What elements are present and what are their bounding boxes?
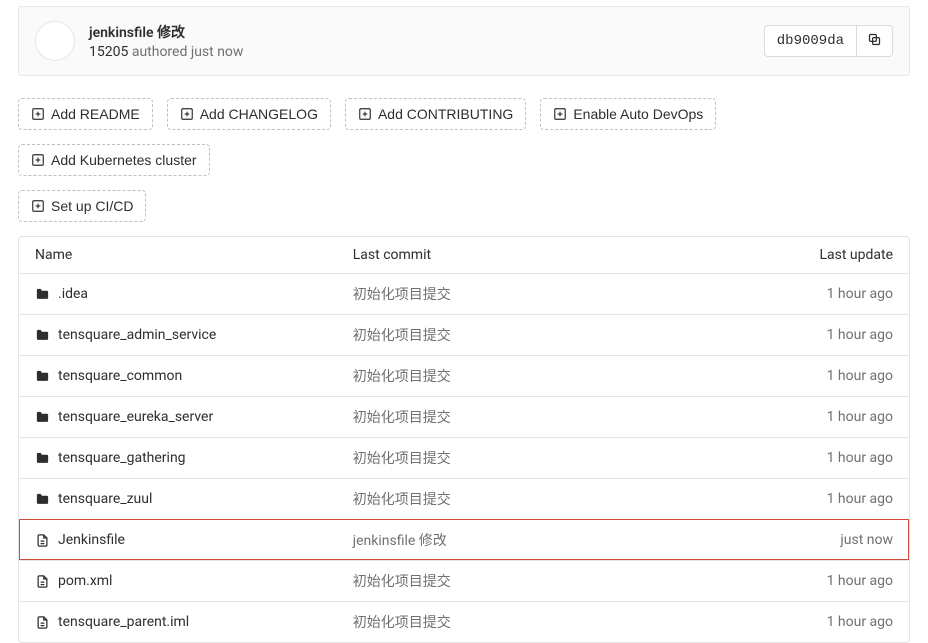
table-row: tensquare_eureka_server 初始化项目提交1 hour ago [19, 396, 909, 437]
file-icon [35, 533, 50, 548]
suggestion-button[interactable]: Add CHANGELOG [167, 98, 331, 130]
plus-box-icon [553, 107, 567, 121]
row-commit-message[interactable]: jenkinsfile 修改 [353, 530, 703, 550]
row-last-update: 1 hour ago [702, 327, 893, 343]
table-header-row: Name Last commit Last update [19, 237, 909, 273]
column-header-commit: Last commit [353, 247, 703, 263]
file-name-link[interactable]: tensquare_parent.iml [58, 614, 189, 630]
plus-box-icon [31, 199, 45, 213]
table-row: Jenkinsfile jenkinsfile 修改just now [19, 519, 909, 560]
file-icon [35, 574, 50, 589]
suggestion-button[interactable]: Set up CI/CD [18, 190, 146, 222]
column-header-name: Name [35, 247, 353, 263]
row-last-update: 1 hour ago [702, 409, 893, 425]
copy-sha-button[interactable] [857, 25, 893, 57]
row-last-update: 1 hour ago [702, 573, 893, 589]
folder-icon [35, 451, 50, 466]
suggestion-button[interactable]: Enable Auto DevOps [540, 98, 716, 130]
file-icon [35, 615, 50, 630]
folder-icon [35, 369, 50, 384]
commit-actions: db9009da [764, 25, 893, 57]
row-last-update: 1 hour ago [702, 450, 893, 466]
copy-icon [867, 32, 882, 50]
suggestion-button[interactable]: Add Kubernetes cluster [18, 144, 210, 176]
latest-commit-card: jenkinsfile 修改 15205 authored just now d… [18, 6, 910, 76]
row-last-update: 1 hour ago [702, 286, 893, 302]
folder-icon [35, 410, 50, 425]
file-name-link[interactable]: tensquare_zuul [58, 491, 152, 507]
suggestion-row: Set up CI/CD [18, 190, 910, 222]
file-tree-table: Name Last commit Last update .idea 初始化项目提… [18, 236, 910, 643]
file-name-link[interactable]: tensquare_eureka_server [58, 409, 213, 425]
folder-icon [35, 287, 50, 302]
plus-box-icon [180, 107, 194, 121]
file-name-link[interactable]: tensquare_admin_service [58, 327, 216, 343]
row-last-update: just now [702, 532, 893, 548]
suggestion-button[interactable]: Add CONTRIBUTING [345, 98, 526, 130]
commit-authored-text: authored just now [132, 44, 244, 60]
row-commit-message[interactable]: 初始化项目提交 [353, 407, 703, 427]
row-last-update: 1 hour ago [702, 368, 893, 384]
suggestion-label: Add CHANGELOG [200, 106, 318, 122]
suggestion-row: Add README Add CHANGELOG Add CONTRIBUTING E… [18, 98, 910, 176]
file-name-link[interactable]: .idea [58, 286, 88, 302]
file-name-link[interactable]: tensquare_common [58, 368, 182, 384]
row-commit-message[interactable]: 初始化项目提交 [353, 325, 703, 345]
folder-icon [35, 492, 50, 507]
suggestion-label: Add Kubernetes cluster [51, 152, 197, 168]
column-header-update: Last update [702, 247, 893, 263]
table-row: tensquare_common 初始化项目提交1 hour ago [19, 355, 909, 396]
folder-icon [35, 328, 50, 343]
suggestion-label: Add README [51, 106, 140, 122]
avatar [35, 21, 75, 61]
plus-box-icon [31, 153, 45, 167]
row-commit-message[interactable]: 初始化项目提交 [353, 571, 703, 591]
table-row: tensquare_admin_service 初始化项目提交1 hour ago [19, 314, 909, 355]
row-last-update: 1 hour ago [702, 491, 893, 507]
commit-sha-button[interactable]: db9009da [764, 25, 857, 57]
commit-title[interactable]: jenkinsfile 修改 [89, 22, 243, 42]
commit-subline: 15205 authored just now [89, 44, 243, 60]
suggestion-label: Add CONTRIBUTING [378, 106, 513, 122]
row-last-update: 1 hour ago [702, 614, 893, 630]
table-row: tensquare_gathering 初始化项目提交1 hour ago [19, 437, 909, 478]
row-commit-message[interactable]: 初始化项目提交 [353, 284, 703, 304]
table-row: tensquare_zuul 初始化项目提交1 hour ago [19, 478, 909, 519]
plus-box-icon [358, 107, 372, 121]
file-name-link[interactable]: pom.xml [58, 573, 112, 589]
row-commit-message[interactable]: 初始化项目提交 [353, 366, 703, 386]
row-commit-message[interactable]: 初始化项目提交 [353, 448, 703, 468]
plus-box-icon [31, 107, 45, 121]
table-row: tensquare_parent.iml 初始化项目提交1 hour ago [19, 601, 909, 642]
commit-author[interactable]: 15205 [89, 44, 128, 60]
row-commit-message[interactable]: 初始化项目提交 [353, 489, 703, 509]
row-commit-message[interactable]: 初始化项目提交 [353, 612, 703, 632]
suggestion-button[interactable]: Add README [18, 98, 153, 130]
file-name-link[interactable]: Jenkinsfile [58, 532, 125, 548]
table-row: .idea 初始化项目提交1 hour ago [19, 273, 909, 314]
file-name-link[interactable]: tensquare_gathering [58, 450, 186, 466]
suggestion-label: Set up CI/CD [51, 198, 133, 214]
suggestion-label: Enable Auto DevOps [573, 106, 703, 122]
